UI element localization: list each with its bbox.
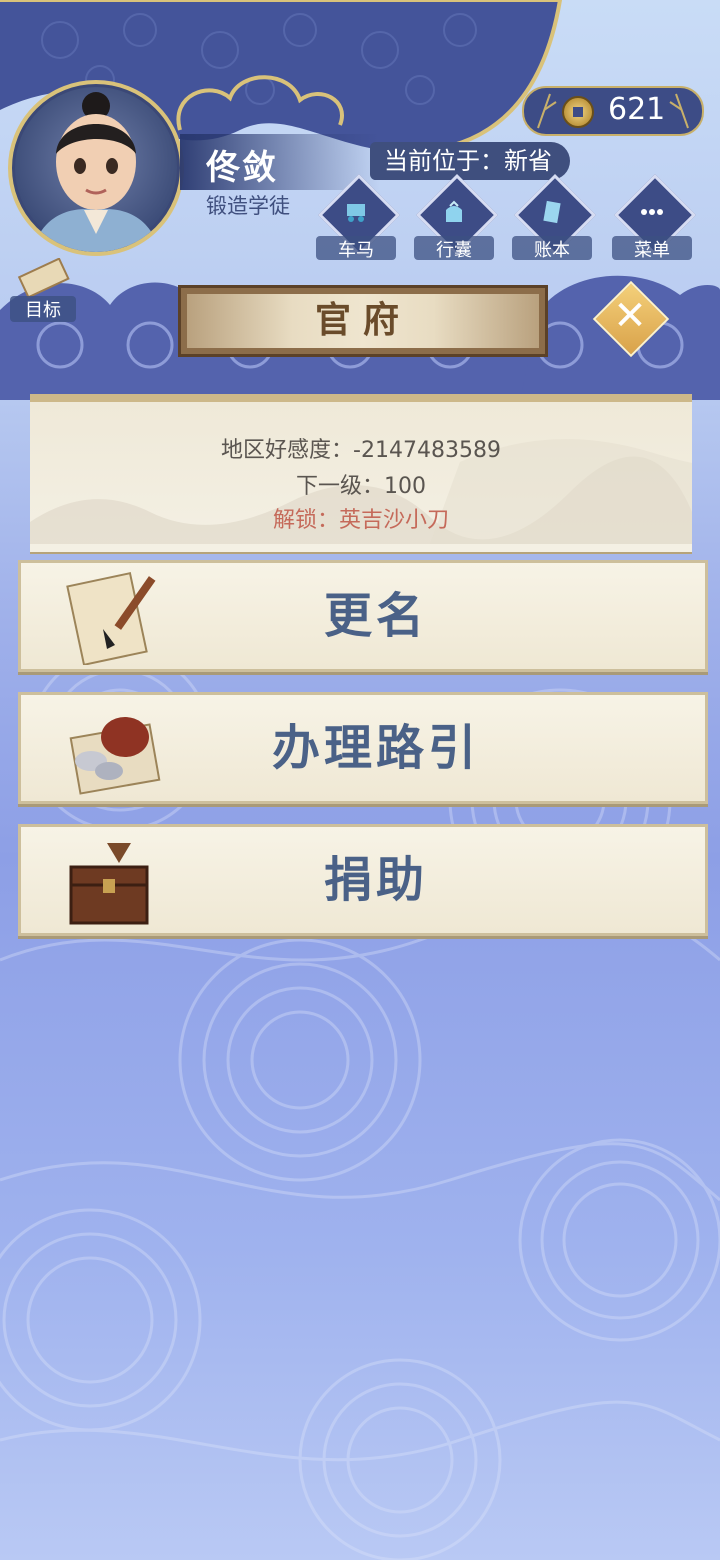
scroll-icon bbox=[17, 258, 70, 298]
player-name: 佟敛 bbox=[206, 148, 278, 188]
coin-icon bbox=[562, 96, 594, 128]
nav-carriage-label: 车马 bbox=[316, 236, 396, 261]
carriage-icon bbox=[347, 204, 365, 222]
nav-bag-label: 行囊 bbox=[414, 236, 494, 261]
silver-pouch-pass-icon bbox=[69, 717, 161, 795]
close-icon: ✕ bbox=[613, 293, 647, 339]
unlock-reward: 解锁：英吉沙小刀 bbox=[272, 508, 449, 533]
ledger-icon bbox=[543, 200, 561, 224]
page-title: 官府 bbox=[314, 300, 411, 341]
nav-menu-button[interactable]: 菜单 bbox=[612, 173, 697, 262]
rename-paper-brush-icon bbox=[66, 572, 156, 665]
goal-label: 目标 bbox=[10, 296, 76, 322]
nav-bag-button[interactable]: 行囊 bbox=[414, 173, 499, 262]
currency-value: 621 bbox=[608, 92, 666, 127]
rename-label: 更名 bbox=[323, 588, 428, 644]
nav-carriage-button[interactable]: 车马 bbox=[316, 173, 401, 262]
donate-button[interactable]: 捐助 bbox=[18, 824, 708, 936]
menu-dots-icon bbox=[641, 209, 663, 215]
nav-menu-label: 菜单 bbox=[612, 236, 692, 261]
treasure-chest-icon bbox=[69, 843, 149, 925]
travel-pass-label: 办理路引 bbox=[271, 720, 480, 776]
region-info-panel: 地区好感度：-2147483589 下一级：100 解锁：英吉沙小刀 bbox=[30, 394, 692, 552]
travel-pass-button[interactable]: 办理路引 bbox=[18, 692, 708, 804]
player-avatar[interactable] bbox=[8, 80, 184, 256]
player-title: 锻造学徒 bbox=[206, 194, 290, 218]
page-title-plaque: 官府 bbox=[178, 285, 548, 357]
current-location: 当前位于：新省 bbox=[370, 142, 570, 180]
avatar-portrait-icon bbox=[32, 92, 160, 252]
donate-label: 捐助 bbox=[323, 852, 428, 908]
nav-ledger-label: 账本 bbox=[512, 236, 592, 261]
goal-button[interactable]: 目标 bbox=[10, 258, 80, 322]
region-favor: 地区好感度：-2147483589 bbox=[221, 438, 501, 463]
rename-button[interactable]: 更名 bbox=[18, 560, 708, 672]
bag-icon bbox=[446, 200, 462, 222]
nav-ledger-button[interactable]: 账本 bbox=[512, 173, 597, 262]
next-level: 下一级：100 bbox=[296, 474, 426, 499]
currency-display: 621 bbox=[522, 86, 704, 136]
bamboo-left-icon bbox=[537, 93, 557, 129]
bamboo-right-icon bbox=[669, 93, 689, 129]
